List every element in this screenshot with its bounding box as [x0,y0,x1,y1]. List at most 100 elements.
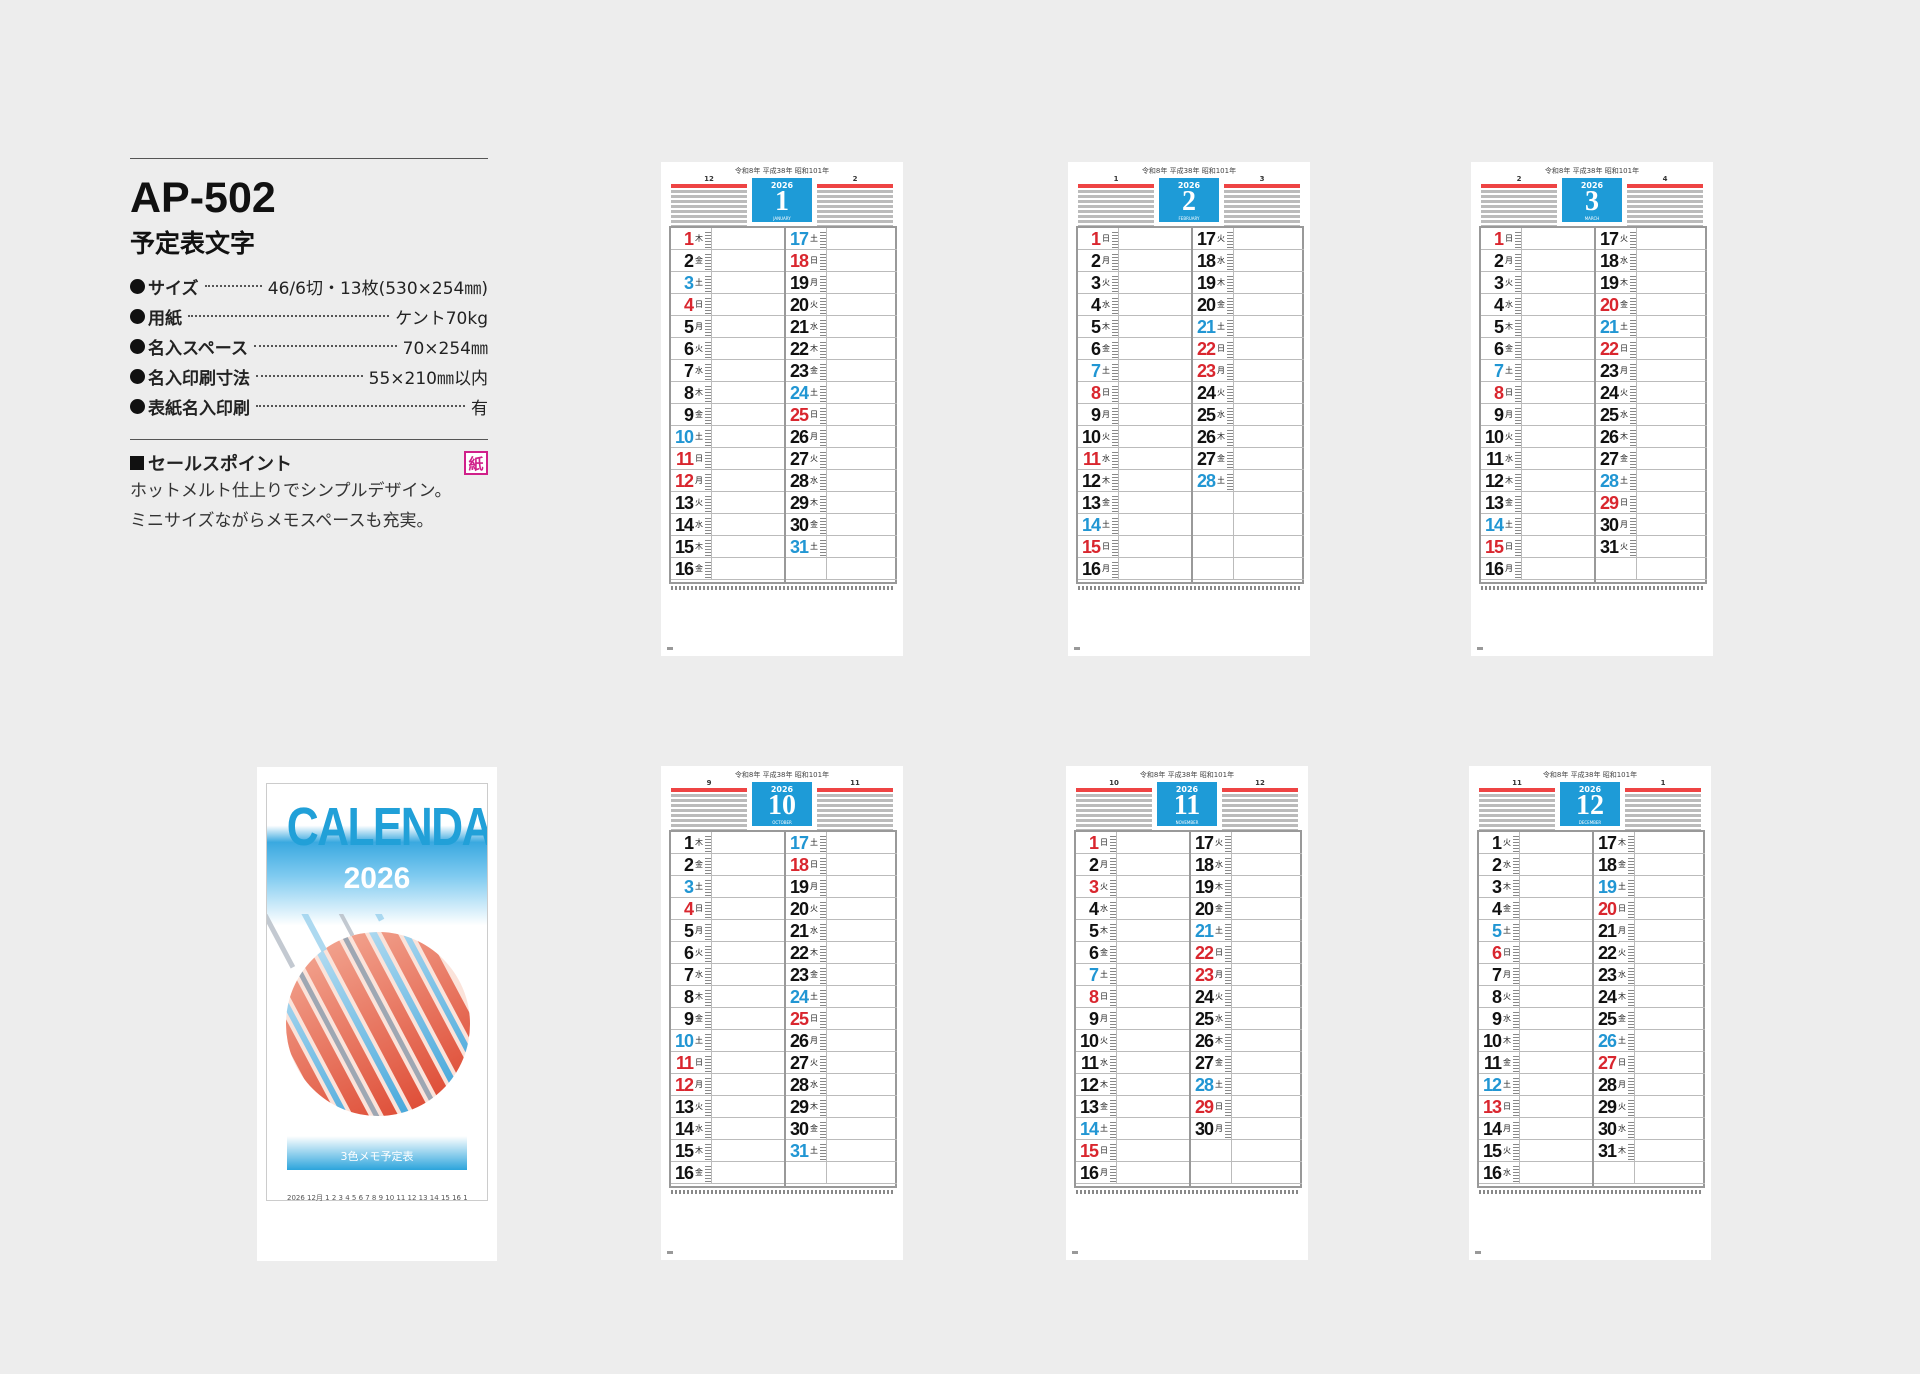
day-number: 8 [1088,986,1099,1007]
memo-space [1521,382,1594,403]
memo-space [1634,920,1705,941]
weekday-label: 金 [1102,498,1110,507]
weekday-label: 土 [695,432,703,441]
mini-calendar-prev: 2 [1481,175,1557,230]
memo-space [711,1052,784,1073]
weekday-label: 火 [1505,278,1513,287]
mini-month-number: 12 [1255,779,1265,787]
weekday-label: 月 [1217,366,1225,375]
day-number: 27 [789,448,809,469]
memo-space [826,294,897,315]
day-number: 22 [1194,942,1214,963]
weekday-label: 金 [695,1014,703,1023]
bullet-icon [130,338,145,354]
day-number: 29 [1194,1096,1214,1117]
memo-space [1636,338,1707,359]
weekday-label: 火 [1503,992,1511,1001]
day-row: 24 火 [1596,382,1707,404]
day-row: 23 月 [1191,964,1302,986]
memo-space [711,338,784,359]
day-row: 25 日 [786,1008,897,1030]
weekday-label: 土 [1505,520,1513,529]
mini-date-grid [671,190,747,230]
weekday-label: 日 [695,1058,703,1067]
weekday-label: 土 [1102,366,1110,375]
day-number: 16 [1484,558,1504,579]
weekday-label: 日 [1505,234,1513,243]
weekday-label: 月 [1215,970,1223,979]
memo-space [711,898,784,919]
footer-print-strip [1076,1190,1298,1194]
weekday-label: 土 [1102,520,1110,529]
day-number: 25 [1196,404,1216,425]
memo-space [1634,1096,1705,1117]
day-number: 25 [1194,1008,1214,1029]
weekday-label: 金 [1215,904,1223,913]
weekday-label: 火 [695,498,703,507]
day-number: 5 [1493,316,1504,337]
spec-label: サイズ [148,278,199,299]
memo-space [1233,426,1304,447]
mini-weekday-header [817,788,893,792]
day-row: 1木 [671,228,784,250]
memo-space [711,228,784,249]
day-row: 26 土 [1594,1030,1705,1052]
weekday-label: 水 [1100,1058,1108,1067]
day-number: 26 [789,1030,809,1051]
day-row: 25 水 [1191,1008,1302,1030]
day-number: 19 [1599,272,1619,293]
day-row: 14 水 [671,514,784,536]
weekday-label: 水 [695,970,703,979]
day-row: 5月 [671,920,784,942]
weekday-label: 日 [1217,344,1225,353]
mini-month-number: 2 [852,175,858,183]
day-row: 31 土 [786,1140,897,1162]
day-number: 11 [1080,1052,1099,1073]
day-number: 20 [1194,898,1214,919]
memo-space [1634,964,1705,985]
weekday-label: 木 [1215,1036,1223,1045]
day-number: 1 [1090,228,1101,249]
day-number: 31 [1597,1140,1617,1161]
day-row: 7土 [1076,964,1189,986]
day-row: 3火 [1481,272,1594,294]
day-row: 10 木 [1479,1030,1592,1052]
day-number: 6 [1493,338,1504,359]
day-number: 3 [1491,876,1502,897]
day-row: 12 土 [1479,1074,1592,1096]
day-number: 3 [1493,272,1504,293]
day-row: 19 木 [1191,876,1302,898]
month-badge: 2026 10 OCTOBER [752,782,812,826]
day-number: 1 [1493,228,1504,249]
day-row: 5木 [1076,920,1189,942]
memo-space [711,536,784,557]
weekday-label: 木 [1100,1080,1108,1089]
weekday-label: 日 [1620,498,1628,507]
cover-artwork: CALENDAR 2026 [266,783,488,1201]
weekday-label: 水 [1503,860,1511,869]
day-row [1596,558,1707,580]
memo-space [1519,1096,1592,1117]
mini-month-number: 11 [850,779,860,787]
schedule-column-left: 1 日 2 月 3 火 4 水 5 木 6 金 7 土 8 日 9 月 10 火 11 水 12 木 13 金 14 土 15 日 16 月 [1481,228,1594,582]
day-number: 2 [683,250,694,271]
weekday-label: 水 [1215,1014,1223,1023]
day-number: 19 [789,272,809,293]
weekday-label: 金 [1618,860,1626,869]
memo-space [1634,1052,1705,1073]
day-row: 13 火 [671,492,784,514]
memo-space [1118,228,1191,249]
day-row: 2月 [1076,854,1189,876]
bullet-icon [130,308,145,324]
weekday-label: 日 [810,410,818,419]
day-row: 21 水 [786,920,897,942]
weekday-label: 水 [1100,904,1108,913]
schedule-column-left: 1 木 2 金 3 土 4 日 5 月 6 火 7 水 8 木 9 金 10 土 11 日 12 月 13 火 14 水 15 木 16 金 [671,228,784,582]
footer-mark [1072,1251,1078,1254]
weekday-label: 土 [810,542,818,551]
memo-space [1634,1074,1705,1095]
weekday-label: 日 [810,256,818,265]
memo-space [1636,272,1707,293]
day-row: 20 火 [786,898,897,920]
weekday-label: 日 [1100,992,1108,1001]
